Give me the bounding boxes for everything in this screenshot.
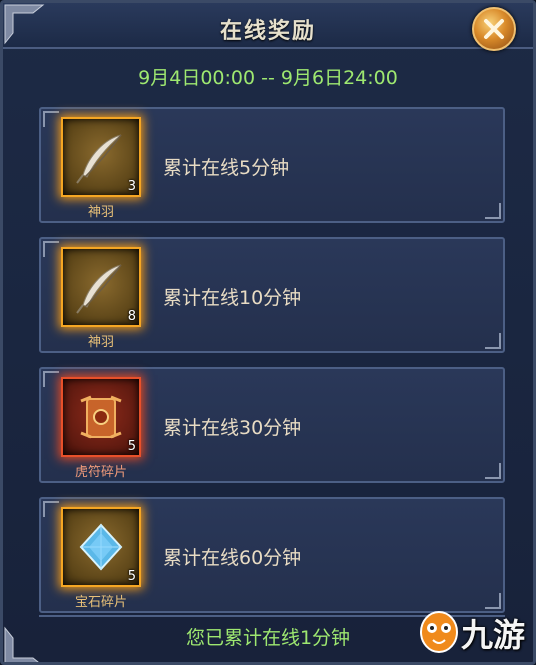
reward-row: 8 神羽 累计在线10分钟	[39, 237, 505, 353]
watermark-text: 九游	[461, 616, 526, 654]
reward-row: 3 神羽 累计在线5分钟	[39, 107, 505, 223]
reward-item-slot[interactable]: 8	[61, 247, 141, 327]
item-count: 5	[127, 439, 136, 454]
window-header: 在线奖励	[3, 3, 533, 49]
reward-list: 3 神羽 累计在线5分钟 8 神羽 累计在线10分钟 5 虎符碎片 累计在线30…	[39, 107, 505, 627]
item-name: 神羽	[87, 335, 114, 350]
item-count: 5	[127, 569, 136, 584]
online-reward-window: 在线奖励 9月4日00:00 -- 9月6日24:00 3 神羽 累计在线5分钟	[0, 0, 536, 665]
reward-requirement: 累计在线5分钟	[163, 157, 290, 179]
reward-row: 5 虎符碎片 累计在线30分钟	[39, 367, 505, 483]
watermark-logo: 九游	[417, 606, 527, 656]
reward-requirement: 累计在线30分钟	[163, 417, 302, 439]
reward-item-slot[interactable]: 5	[61, 507, 141, 587]
item-count: 8	[127, 309, 136, 324]
tiger-tally-icon	[80, 395, 122, 439]
reward-requirement: 累计在线10分钟	[163, 287, 302, 309]
event-time-range: 9月4日00:00 -- 9月6日24:00	[138, 67, 398, 89]
feather-icon	[76, 264, 122, 314]
item-name: 神羽	[87, 205, 114, 220]
gem-icon	[79, 523, 123, 571]
reward-item-slot[interactable]: 5	[61, 377, 141, 457]
reward-item-slot[interactable]: 3	[61, 117, 141, 197]
reward-requirement: 累计在线60分钟	[163, 547, 302, 569]
close-button[interactable]	[472, 7, 516, 51]
close-icon	[484, 19, 504, 39]
window-title: 在线奖励	[219, 19, 316, 44]
item-name: 虎符碎片	[74, 465, 127, 480]
corner-ornament-top-left	[4, 4, 45, 45]
item-name: 宝石碎片	[74, 595, 127, 610]
item-count: 3	[127, 179, 136, 194]
mascot-icon	[420, 611, 458, 653]
reward-row: 5 宝石碎片 累计在线60分钟	[39, 497, 505, 613]
feather-icon	[76, 134, 122, 184]
